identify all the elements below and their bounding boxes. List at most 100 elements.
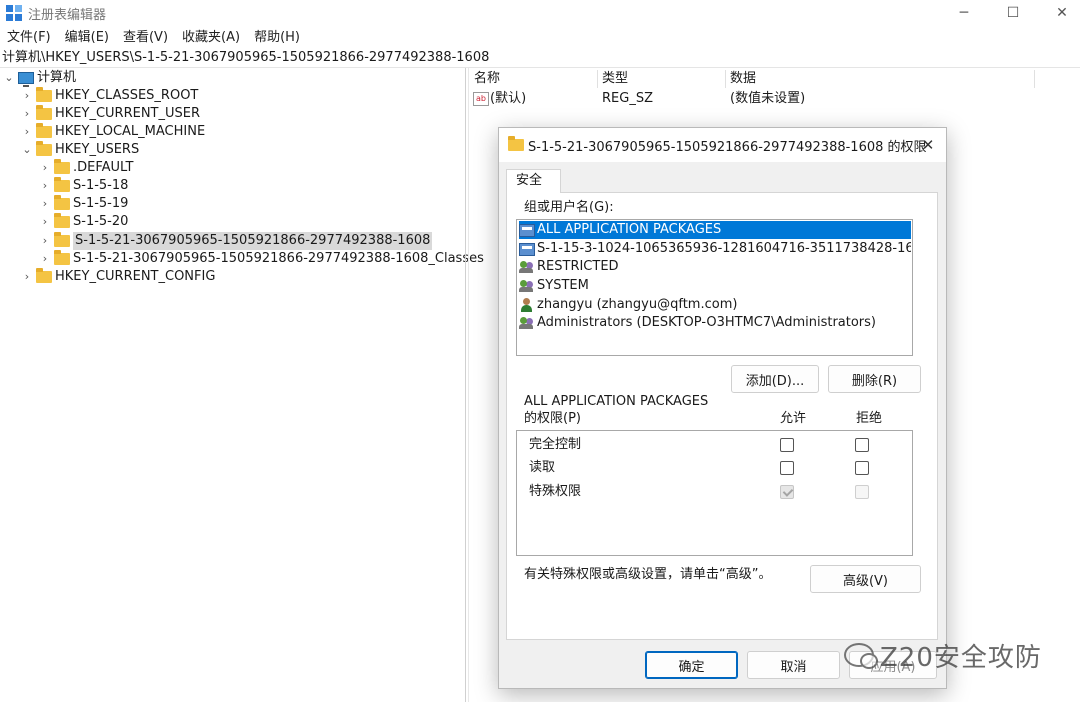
list-item-label: ALL APPLICATION PACKAGES [537, 222, 722, 237]
chevron-right-icon[interactable]: › [22, 105, 32, 123]
tab-security[interactable]: 安全 [506, 169, 561, 193]
menu-edit[interactable]: 编辑(E) [58, 28, 116, 48]
tree-item-s-1-5-19[interactable]: › S-1-5-19 [40, 195, 128, 213]
chevron-right-icon[interactable]: › [40, 250, 50, 268]
value-type: REG_SZ [602, 91, 653, 106]
tree-item-label: HKEY_USERS [55, 142, 140, 157]
chevron-right-icon[interactable]: › [40, 213, 50, 231]
list-item-capability-sid[interactable]: S-1-15-3-1024-1065365936-1281604716-3511… [519, 240, 911, 258]
package-icon [519, 242, 535, 256]
tree-item-hklm[interactable]: › HKEY_LOCAL_MACHINE [22, 123, 205, 141]
perm-read-allow-checkbox[interactable] [780, 461, 794, 475]
groups-list[interactable]: ALL APPLICATION PACKAGES S-1-15-3-1024-1… [516, 219, 913, 356]
menu-file[interactable]: 文件(F) [0, 28, 58, 48]
chevron-right-icon[interactable]: › [22, 123, 32, 141]
folder-icon [508, 136, 524, 151]
dialog-close-button[interactable]: ✕ [916, 134, 940, 156]
perm-full-control-label: 完全控制 [529, 437, 582, 452]
value-data: (数值未设置) [730, 91, 806, 106]
list-item-restricted[interactable]: RESTRICTED [519, 258, 911, 276]
address-bar[interactable]: 计算机\HKEY_USERS\S-1-5-21-3067905965-15059… [0, 48, 1080, 68]
column-header-type[interactable]: 类型 [602, 70, 628, 88]
wechat-icon [844, 643, 878, 669]
tree-item-hku[interactable]: ⌄ HKEY_USERS [22, 141, 139, 159]
deny-column-header: 拒绝 [856, 411, 883, 426]
chevron-right-icon[interactable]: › [40, 195, 50, 213]
maximize-button[interactable]: ☐ [989, 0, 1037, 26]
perm-special-label: 特殊权限 [529, 484, 582, 499]
dialog-title: S-1-5-21-3067905965-1505921866-297749238… [528, 139, 927, 155]
value-row-name[interactable]: ab (默认) [473, 90, 526, 108]
perm-special-allow-checkbox [780, 485, 794, 499]
pane-splitter[interactable] [465, 68, 469, 702]
dialog-title-bar[interactable]: S-1-5-21-3067905965-1505921866-297749238… [499, 128, 946, 162]
tree-item-hkcc[interactable]: › HKEY_CURRENT_CONFIG [22, 268, 215, 286]
tree-item-label: S-1-5-20 [73, 214, 129, 229]
list-item-zhangyu[interactable]: zhangyu (zhangyu@qftm.com) [519, 296, 911, 314]
minimize-button[interactable]: ─ [940, 0, 988, 26]
regedit-icon [6, 5, 22, 21]
tree-item-s-1-5-20[interactable]: › S-1-5-20 [40, 213, 128, 231]
window-title: 注册表编辑器 [28, 7, 107, 23]
group-icon [519, 316, 535, 330]
column-divider[interactable] [1034, 70, 1035, 88]
menu-help[interactable]: 帮助(H) [247, 28, 307, 48]
chevron-right-icon[interactable]: › [40, 232, 50, 250]
column-divider[interactable] [725, 70, 726, 88]
tree-item-label: .DEFAULT [73, 160, 134, 175]
tree-item-label: HKEY_CURRENT_CONFIG [55, 269, 216, 284]
list-item-administrators[interactable]: Administrators (DESKTOP-O3HTMC7\Administ… [519, 314, 911, 332]
computer-icon [18, 72, 34, 87]
tree-item-default[interactable]: › .DEFAULT [40, 159, 133, 177]
chevron-down-icon[interactable]: ⌄ [4, 69, 14, 87]
permissions-dialog: S-1-5-21-3067905965-1505921866-297749238… [498, 127, 947, 689]
menu-view[interactable]: 查看(V) [116, 28, 175, 48]
tree-item-label: S-1-5-19 [73, 196, 129, 211]
minimize-icon: ─ [959, 5, 969, 21]
perm-read-deny-checkbox[interactable] [855, 461, 869, 475]
folder-icon [36, 105, 52, 120]
perm-full-control-allow-checkbox[interactable] [780, 438, 794, 452]
chevron-right-icon[interactable]: › [40, 159, 50, 177]
chevron-right-icon[interactable]: › [22, 87, 32, 105]
tree-item-hkcu[interactable]: › HKEY_CURRENT_USER [22, 105, 200, 123]
tree-item-user-sid-classes[interactable]: › S-1-5-21-3067905965-1505921866-2977492… [40, 250, 484, 268]
add-button[interactable]: 添加(D)... [731, 365, 819, 393]
watermark-text: Z20安全攻防 [880, 642, 1042, 673]
permissions-label: 的权限(P) [524, 411, 581, 426]
column-header-name[interactable]: 名称 [474, 70, 500, 88]
tree-item-label: S-1-5-21-3067905965-1505921866-297749238… [73, 251, 484, 266]
advanced-button[interactable]: 高级(V) [810, 565, 921, 593]
allow-column-header: 允许 [780, 411, 807, 426]
tree-item-hkcr[interactable]: › HKEY_CLASSES_ROOT [22, 87, 198, 105]
tree-item-user-sid[interactable]: › S-1-5-21-3067905965-1505921866-2977492… [40, 232, 433, 250]
tree-item-computer[interactable]: ⌄ 计算机 [4, 69, 76, 87]
chevron-right-icon[interactable]: › [22, 268, 32, 286]
tree-item-label: S-1-5-21-3067905965-1505921866-297749238… [73, 232, 433, 250]
list-item-all-app-packages[interactable]: ALL APPLICATION PACKAGES [519, 221, 911, 239]
chevron-down-icon[interactable]: ⌄ [22, 141, 32, 159]
cancel-button[interactable]: 取消 [747, 651, 840, 679]
folder-icon [54, 195, 70, 210]
advanced-hint: 有关特殊权限或高级设置，请单击“高级”。 [524, 567, 772, 582]
list-item-label: zhangyu (zhangyu@qftm.com) [537, 297, 738, 312]
close-icon: ✕ [921, 136, 935, 154]
folder-icon [36, 123, 52, 138]
folder-icon [54, 213, 70, 228]
menu-favorites[interactable]: 收藏夹(A) [175, 28, 247, 48]
ok-button[interactable]: 确定 [645, 651, 738, 679]
remove-button[interactable]: 删除(R) [828, 365, 921, 393]
maximize-icon: ☐ [1006, 5, 1020, 21]
list-item-system[interactable]: SYSTEM [519, 277, 911, 295]
package-icon [519, 223, 535, 237]
column-divider[interactable] [597, 70, 598, 88]
folder-icon [54, 159, 70, 174]
perm-full-control-deny-checkbox[interactable] [855, 438, 869, 452]
column-header-data[interactable]: 数据 [730, 70, 756, 88]
folder-icon [54, 177, 70, 192]
close-icon: ✕ [1056, 5, 1068, 21]
close-button[interactable]: ✕ [1038, 0, 1080, 26]
chevron-right-icon[interactable]: › [40, 177, 50, 195]
perm-read-label: 读取 [529, 460, 556, 475]
tree-item-s-1-5-18[interactable]: › S-1-5-18 [40, 177, 128, 195]
